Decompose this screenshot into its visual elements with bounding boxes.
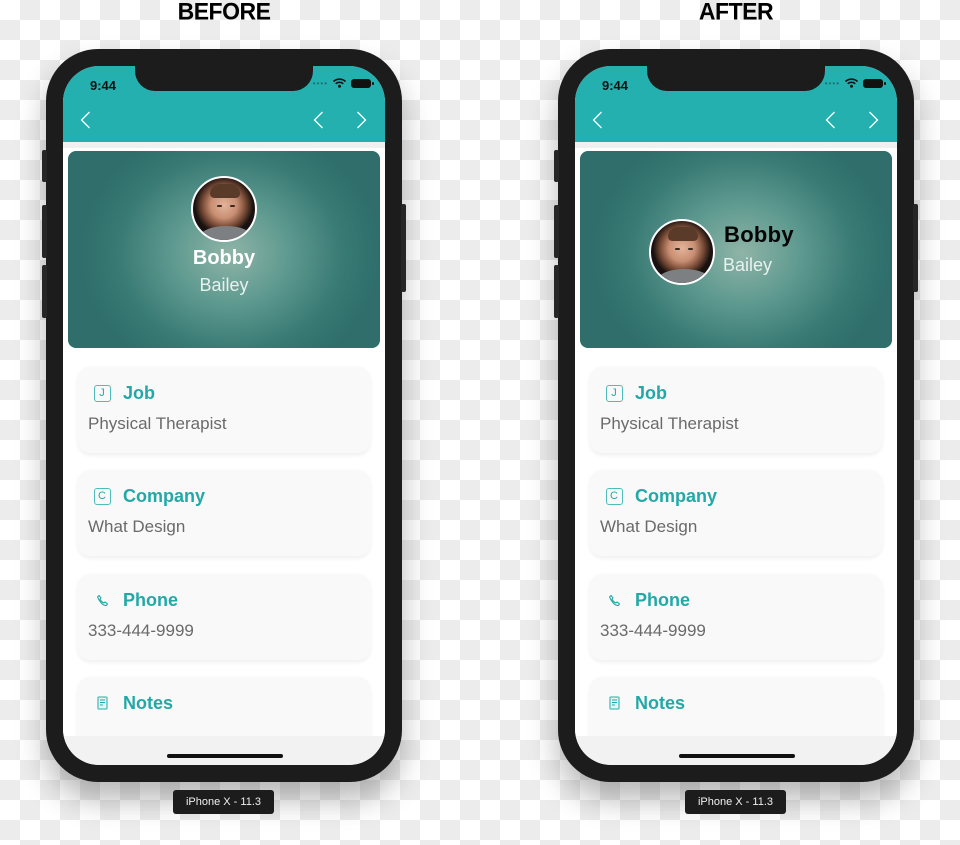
field-card-company[interactable]: C Company What Design xyxy=(78,470,370,556)
status-indicators: •••• xyxy=(312,78,374,88)
contact-first-name: Bobby xyxy=(192,247,256,269)
field-title: Job xyxy=(635,383,668,403)
iphone-frame: 9:44 •••• Bobby Bailey J Job Physical Th… xyxy=(42,49,406,782)
chevron-left-icon xyxy=(313,111,323,129)
home-area xyxy=(63,736,385,765)
field-card-job[interactable]: J Job Physical Therapist xyxy=(78,367,370,453)
previous-contact-button[interactable] xyxy=(307,108,329,132)
field-title: Phone xyxy=(123,590,179,610)
field-title: Phone xyxy=(635,590,691,610)
contact-header: Bobby Bailey xyxy=(580,151,892,348)
wifi-icon xyxy=(333,78,346,88)
signal-icon: •••• xyxy=(312,78,328,88)
field-card-job[interactable]: J Job Physical Therapist xyxy=(590,367,882,453)
field-title: Company xyxy=(123,486,206,506)
field-title: Notes xyxy=(635,693,686,713)
chevron-left-icon xyxy=(592,111,602,129)
field-card-notes[interactable]: Notes xyxy=(78,677,370,736)
notch xyxy=(135,66,313,91)
chevron-left-icon xyxy=(825,111,835,129)
notes-icon xyxy=(93,694,111,712)
battery-icon xyxy=(863,78,886,88)
field-value: Physical Therapist xyxy=(88,414,227,433)
power-button xyxy=(401,204,406,292)
chevron-right-icon xyxy=(868,111,878,129)
phone-screen: 9:44 •••• Bobby Bailey J Job Physical Th… xyxy=(575,66,897,765)
battery-icon xyxy=(351,78,374,88)
field-title: Job xyxy=(123,383,156,403)
volume-up-button xyxy=(554,205,559,258)
status-time: 9:44 xyxy=(602,78,629,93)
volume-down-button xyxy=(554,265,559,318)
panel-heading: BEFORE xyxy=(177,0,271,25)
field-card-phone[interactable]: Phone 333-444-9999 xyxy=(590,574,882,660)
letter-j-icon: J xyxy=(605,384,623,402)
volume-down-button xyxy=(42,265,47,318)
field-card-notes[interactable]: Notes xyxy=(590,677,882,736)
field-value: 333-444-9999 xyxy=(88,621,194,640)
chevron-right-icon xyxy=(356,111,366,129)
previous-contact-button[interactable] xyxy=(819,108,841,132)
letter-j-icon: J xyxy=(93,384,111,402)
home-indicator[interactable] xyxy=(167,754,283,758)
notes-icon xyxy=(605,694,623,712)
phone-icon xyxy=(93,591,111,609)
contact-first-name: Bobby xyxy=(724,222,794,247)
signal-icon: •••• xyxy=(824,78,840,88)
contact-detail-scroll[interactable]: Bobby Bailey J Job Physical Therapist C Comp… xyxy=(63,142,385,736)
simulator-device-label: iPhone X - 11.3 xyxy=(685,790,786,814)
field-card-company[interactable]: C Company What Design xyxy=(590,470,882,556)
back-button[interactable] xyxy=(74,108,96,132)
back-button[interactable] xyxy=(586,108,608,132)
comparison-panel-before: BEFORE 9:44 •••• Bobby Bailey J Job Phys… xyxy=(0,0,480,845)
iphone-frame: 9:44 •••• Bobby Bailey J Job Physical Th… xyxy=(554,49,918,782)
field-card-phone[interactable]: Phone 333-444-9999 xyxy=(78,574,370,660)
volume-up-button xyxy=(42,205,47,258)
field-title: Notes xyxy=(123,693,174,713)
avatar[interactable] xyxy=(191,176,257,242)
wifi-icon xyxy=(845,78,858,88)
panel-heading: AFTER xyxy=(698,0,774,25)
notch xyxy=(647,66,825,91)
field-value: What Design xyxy=(88,517,186,536)
home-indicator[interactable] xyxy=(679,754,795,758)
home-area xyxy=(575,736,897,765)
mute-switch xyxy=(42,150,47,182)
contact-last-name: Bailey xyxy=(199,275,249,295)
letter-c-icon: C xyxy=(93,487,111,505)
contact-header: Bobby Bailey xyxy=(68,151,380,348)
letter-j-icon-glyph: J xyxy=(93,384,111,402)
field-value: Physical Therapist xyxy=(600,414,739,433)
simulator-device-label: iPhone X - 11.3 xyxy=(173,790,274,814)
next-contact-button[interactable] xyxy=(862,108,884,132)
contact-last-name: Bailey xyxy=(723,255,773,275)
field-value: 333-444-9999 xyxy=(600,621,706,640)
mute-switch xyxy=(554,150,559,182)
letter-c-icon: C xyxy=(605,487,623,505)
letter-c-icon-glyph: C xyxy=(93,487,111,505)
chevron-left-icon xyxy=(80,111,90,129)
field-value: What Design xyxy=(600,517,698,536)
phone-screen: 9:44 •••• Bobby Bailey J Job Physical Th… xyxy=(63,66,385,765)
phone-icon xyxy=(605,591,623,609)
next-contact-button[interactable] xyxy=(350,108,372,132)
field-title: Company xyxy=(635,486,718,506)
comparison-panel-after: AFTER 9:44 •••• Bobby Bailey J Job Physi… xyxy=(512,0,960,845)
power-button xyxy=(913,204,918,292)
letter-j-icon-glyph: J xyxy=(605,384,623,402)
letter-c-icon-glyph: C xyxy=(605,487,623,505)
avatar[interactable] xyxy=(649,219,715,285)
status-time: 9:44 xyxy=(90,78,117,93)
status-indicators: •••• xyxy=(824,78,886,88)
contact-detail-scroll[interactable]: Bobby Bailey J Job Physical Therapist C Comp… xyxy=(575,142,897,736)
